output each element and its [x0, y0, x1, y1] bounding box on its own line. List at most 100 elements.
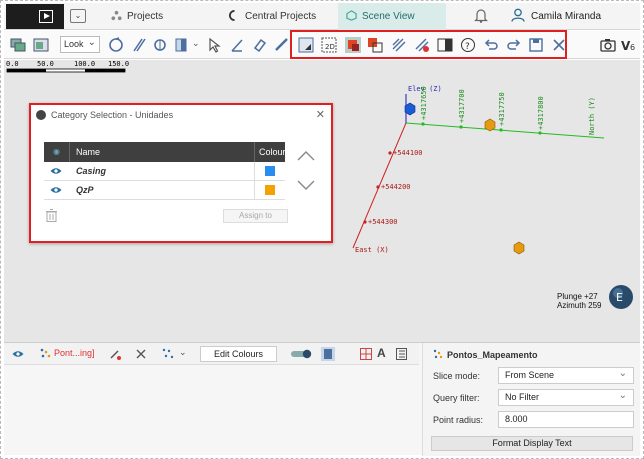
- east-tick: [363, 220, 367, 224]
- north-axis-label: North (Y): [588, 97, 596, 135]
- table-row[interactable]: QzP: [44, 181, 285, 200]
- top-tab-bar: ⌄ Projects Central Projects (Offli... Sc…: [4, 3, 640, 49]
- look-dropdown[interactable]: Look: [60, 35, 100, 53]
- north-tick: [421, 122, 425, 126]
- dialog-title: Category Selection - Unidades: [51, 110, 174, 120]
- query-filter-select[interactable]: No Filter: [498, 388, 634, 406]
- layer-name[interactable]: Pont...ing]: [54, 348, 95, 358]
- slice-mode-select[interactable]: From Scene: [498, 366, 634, 384]
- brush-icon[interactable]: [109, 348, 121, 360]
- chevron-down-icon[interactable]: ⌄: [179, 347, 187, 358]
- layer-toolbar: Pont...ing] ⌄ Edit Colours A: [4, 343, 419, 365]
- table-row[interactable]: Casing: [44, 162, 285, 181]
- select-cursor-icon[interactable]: [206, 37, 222, 53]
- close-icon[interactable]: [136, 349, 146, 359]
- app-menu-button[interactable]: [6, 4, 64, 29]
- format-display-text-button[interactable]: Format Display Text: [431, 436, 633, 451]
- version-icon[interactable]: V6: [621, 37, 637, 53]
- window-split-icon[interactable]: [33, 37, 49, 53]
- points-icon: [40, 348, 51, 358]
- svg-text:6: 6: [630, 43, 635, 52]
- visibility-header-icon[interactable]: ◉: [44, 142, 70, 162]
- scale-bar: 0.0 50.0 100.0 150.0: [6, 60, 129, 73]
- edit-colours-button[interactable]: Edit Colours: [200, 346, 277, 362]
- scene-icon: [346, 10, 357, 21]
- north-tick-label: +4317800: [537, 96, 545, 130]
- list-icon[interactable]: [396, 348, 407, 360]
- tab-label: Projects: [127, 11, 164, 22]
- points-icon: [433, 349, 443, 359]
- camera-icon[interactable]: [600, 37, 616, 53]
- point-radius-label: Point radius:: [433, 415, 484, 425]
- trash-icon[interactable]: [46, 209, 57, 222]
- eye-icon[interactable]: [12, 350, 24, 358]
- measure-icon[interactable]: [229, 37, 245, 53]
- chevron-down-icon[interactable]: ⌄: [192, 38, 200, 49]
- projects-icon: [111, 10, 122, 21]
- draw-plane-icon[interactable]: [130, 37, 146, 53]
- scale-tick-label: 50.0: [37, 60, 54, 68]
- tab-central-projects[interactable]: Central Projects (Offli...: [229, 3, 337, 49]
- user-icon: [511, 8, 525, 22]
- slice-mode-row: Slice mode: From Scene: [429, 366, 634, 385]
- tab-projects[interactable]: Projects: [111, 3, 163, 30]
- chevron-down-icon[interactable]: [297, 180, 315, 190]
- tab-scene-view[interactable]: Scene View: [338, 3, 446, 30]
- query-filter-label: Query filter:: [433, 393, 480, 403]
- toggle-switch[interactable]: [290, 349, 312, 359]
- bell-icon[interactable]: [474, 8, 488, 23]
- scatter-settings-icon[interactable]: [162, 348, 174, 360]
- ruler-icon[interactable]: [274, 37, 290, 53]
- properties-title-text: Pontos_Mapeamento: [447, 350, 538, 360]
- chevron-down-icon[interactable]: ⌄: [70, 9, 86, 23]
- slice-icon[interactable]: [174, 37, 190, 53]
- window-layout-icon[interactable]: [10, 37, 26, 53]
- toolbar-highlight-box: [290, 30, 567, 59]
- slice-mode-label: Slice mode:: [433, 371, 481, 381]
- link-rotate-icon[interactable]: [252, 37, 268, 53]
- colour-swatch[interactable]: [265, 185, 275, 195]
- scale-tick-label: 0.0: [6, 60, 19, 68]
- spin-icon[interactable]: [152, 37, 168, 53]
- scale-tick-label: 100.0: [74, 60, 95, 68]
- east-tick: [388, 151, 392, 155]
- north-tick-label: +4317750: [498, 92, 506, 126]
- east-tick-label: +544200: [381, 183, 411, 191]
- properties-title: Pontos_Mapeamento: [433, 349, 538, 360]
- chevron-up-icon[interactable]: [297, 151, 315, 161]
- tab-label: Scene View: [362, 11, 415, 22]
- look-label: Look: [64, 39, 84, 49]
- point-radius-row: Point radius: 8.000: [429, 411, 634, 429]
- compass-letter: E: [616, 291, 623, 304]
- text-format-icon[interactable]: A: [377, 346, 386, 360]
- query-filter-row: Query filter: No Filter: [429, 388, 634, 407]
- eye-icon[interactable]: [50, 167, 62, 175]
- rotate-icon[interactable]: [108, 37, 124, 53]
- east-axis-label: East (X): [355, 246, 389, 254]
- point-casing: [404, 102, 416, 116]
- user-menu[interactable]: Camila Miranda: [511, 3, 601, 30]
- east-tick-label: +544300: [368, 218, 398, 226]
- north-tick: [459, 125, 463, 129]
- grid-icon[interactable]: [360, 348, 372, 360]
- panel-layout-icon[interactable]: [321, 347, 335, 361]
- central-icon: [229, 10, 240, 21]
- user-name: Camila Miranda: [531, 11, 602, 22]
- app-icon: [36, 110, 46, 120]
- plunge-value: Plunge +27: [557, 292, 598, 301]
- play-icon: [39, 10, 53, 23]
- point-radius-input[interactable]: 8.000: [498, 411, 634, 428]
- scale-tick-label: 150.0: [108, 60, 129, 68]
- category-table: ◉ Name Colour Casing QzP: [44, 142, 286, 200]
- column-header-colour[interactable]: Colour: [254, 142, 286, 162]
- column-header-name[interactable]: Name: [76, 142, 100, 162]
- close-icon[interactable]: ✕: [316, 105, 325, 125]
- east-tick: [376, 185, 380, 189]
- colour-swatch[interactable]: [265, 166, 275, 176]
- azimuth-value: Azimuth 259: [557, 301, 602, 310]
- north-tick-label: +4317650: [420, 86, 428, 120]
- category-name: Casing: [76, 166, 107, 176]
- assign-to-button[interactable]: Assign to: [223, 209, 288, 223]
- eye-icon[interactable]: [50, 186, 62, 194]
- east-tick-label: +544100: [393, 149, 423, 157]
